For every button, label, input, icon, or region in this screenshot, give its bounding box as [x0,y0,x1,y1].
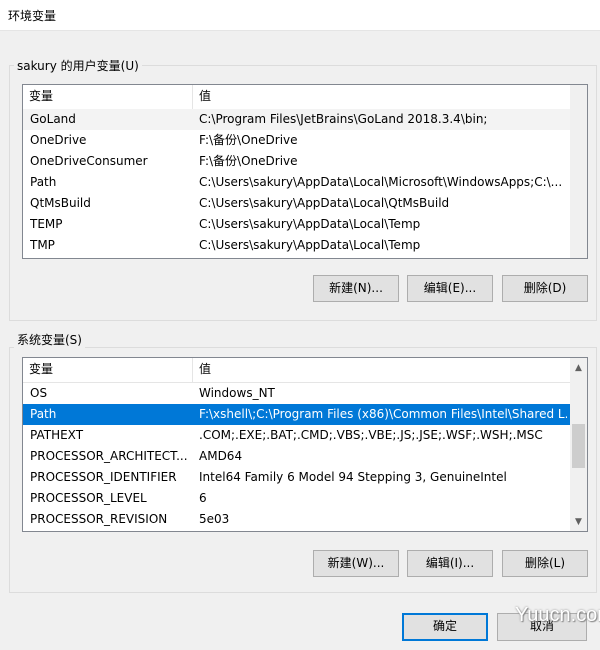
system-var-row[interactable]: OS Windows_NT [23,383,570,404]
system-delete-button[interactable]: 删除(L) [502,550,588,577]
system-vars-list[interactable]: 变量 值 OS Windows_NT Path F:\xshell\;C:\Pr… [22,357,588,532]
system-edit-button[interactable]: 编辑(I)... [407,550,493,577]
system-var-name: PROCESSOR_LEVEL [30,491,147,505]
user-var-value: C:\Users\sakury\AppData\Local\QtMsBuild [199,196,450,210]
system-var-value: Windows_NT [199,386,275,400]
user-var-row[interactable]: QtMsBuild C:\Users\sakury\AppData\Local\… [23,193,570,214]
system-vars-group-label: 系统变量(S) [14,331,85,348]
user-var-row[interactable]: Path C:\Users\sakury\AppData\Local\Micro… [23,172,570,193]
system-var-value: 5e03 [199,512,230,526]
system-vars-scrollbar[interactable]: ▲ ▼ [570,358,587,531]
user-var-row[interactable]: OneDriveConsumer F:\备份\OneDrive [23,151,570,172]
user-var-value: C:\Program Files\JetBrains\GoLand 2018.3… [199,112,488,126]
system-vars-list-header: 变量 值 [23,358,570,383]
user-var-name: OneDrive [30,133,87,147]
column-header-value[interactable]: 值 [193,358,570,382]
system-var-row[interactable]: PROCESSOR_ARCHITECT... AMD64 [23,446,570,467]
user-delete-button[interactable]: 删除(D) [502,275,588,302]
system-new-button[interactable]: 新建(W)... [313,550,399,577]
scroll-down-arrow-icon[interactable]: ▼ [570,514,587,531]
column-header-variable[interactable]: 变量 [23,85,193,109]
column-header-variable[interactable]: 变量 [23,358,193,382]
user-var-value: F:\备份\OneDrive [199,154,298,168]
scrollbar-thumb[interactable] [572,424,585,468]
system-var-value: .COM;.EXE;.BAT;.CMD;.VBS;.VBE;.JS;.JSE;.… [199,428,543,442]
system-var-value: Intel64 Family 6 Model 94 Stepping 3, Ge… [199,470,507,484]
user-edit-button[interactable]: 编辑(E)... [407,275,493,302]
system-var-name: PROCESSOR_ARCHITECT... [30,449,188,463]
user-vars-scrollbar[interactable] [570,85,587,258]
system-var-value: F:\xshell\;C:\Program Files (x86)\Common… [199,407,567,421]
user-var-name: TEMP [30,217,63,231]
system-var-row[interactable]: PROCESSOR_IDENTIFIER Intel64 Family 6 Mo… [23,467,570,488]
system-var-row[interactable]: PROCESSOR_LEVEL 6 [23,488,570,509]
user-var-row[interactable]: TMP C:\Users\sakury\AppData\Local\Temp [23,235,570,256]
watermark: Yuucn.com [515,604,600,626]
ok-button[interactable]: 确定 [402,613,488,641]
system-var-name: Path [30,407,57,421]
user-vars-group-label: sakury 的用户变量(U) [14,57,142,74]
user-var-name: Path [30,175,57,189]
user-var-row[interactable]: OneDrive F:\备份\OneDrive [23,130,570,151]
system-var-name: PROCESSOR_REVISION [30,512,168,526]
user-var-value: F:\备份\OneDrive [199,133,298,147]
user-var-name: TMP [30,238,55,252]
user-var-name: OneDriveConsumer [30,154,148,168]
system-var-row[interactable]: PROCESSOR_REVISION 5e03 [23,509,570,530]
system-var-name: PATHEXT [30,428,84,442]
window-title: 环境变量 [8,9,57,23]
user-vars-list[interactable]: 变量 值 GoLand C:\Program Files\JetBrains\G… [22,84,588,259]
user-var-name: GoLand [30,112,76,126]
user-var-value: C:\Users\sakury\AppData\Local\Temp [199,238,421,252]
system-var-name: PROCESSOR_IDENTIFIER [30,470,177,484]
user-var-value: C:\Users\sakury\AppData\Local\Microsoft\… [199,175,563,189]
user-var-value: C:\Users\sakury\AppData\Local\Temp [199,217,421,231]
system-var-value: 6 [199,491,207,505]
user-var-row[interactable]: TEMP C:\Users\sakury\AppData\Local\Temp [23,214,570,235]
system-var-row[interactable]: PATHEXT .COM;.EXE;.BAT;.CMD;.VBS;.VBE;.J… [23,425,570,446]
system-var-value: AMD64 [199,449,243,463]
env-vars-dialog: 环境变量 sakury 的用户变量(U) 变量 值 GoLand C:\Prog… [0,0,600,650]
user-new-button[interactable]: 新建(N)... [313,275,399,302]
user-var-row[interactable]: GoLand C:\Program Files\JetBrains\GoLand… [23,109,570,130]
system-var-name: OS [30,386,48,400]
scroll-up-arrow-icon[interactable]: ▲ [570,360,587,377]
user-var-name: QtMsBuild [30,196,91,210]
system-var-row-selected[interactable]: Path F:\xshell\;C:\Program Files (x86)\C… [23,404,570,425]
user-vars-list-header: 变量 值 [23,85,570,110]
column-header-value[interactable]: 值 [193,85,570,109]
title-bar[interactable]: 环境变量 [0,0,600,31]
